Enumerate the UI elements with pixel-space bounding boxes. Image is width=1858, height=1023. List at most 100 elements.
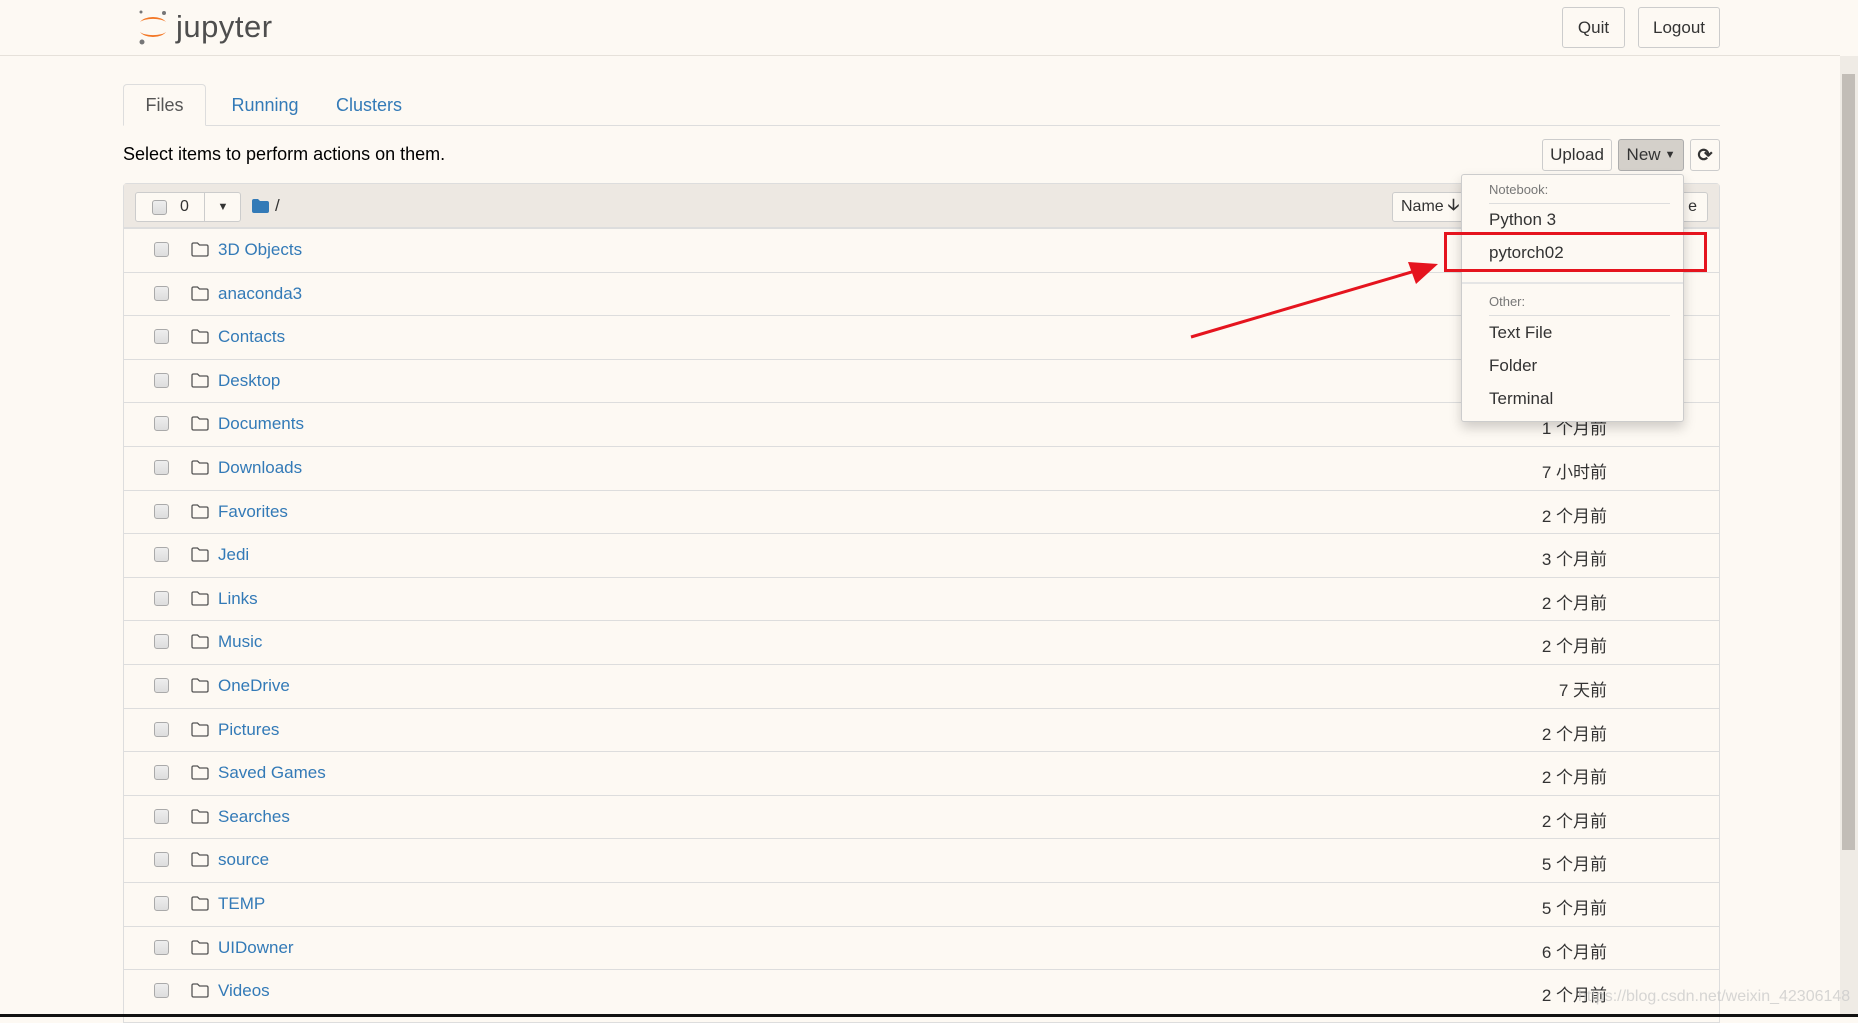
select-dropdown-button[interactable]: ▼ [204,193,241,221]
menu-header-other: Other: [1489,294,1526,309]
row-checkbox[interactable] [154,983,169,999]
arrow-down-icon: 🡣 [1447,196,1460,214]
file-row[interactable]: UIDowner 6 个月前 [124,925,1719,970]
file-name-link[interactable]: Music [218,632,262,652]
menu-item-text-file[interactable]: Text File [1489,323,1552,343]
file-name-link[interactable]: Pictures [218,720,279,740]
modified-date: 2 个月前 [1541,811,1607,831]
menu-item-folder[interactable]: Folder [1489,356,1537,376]
tab-running[interactable]: Running [219,84,311,126]
file-name-link[interactable]: Favorites [218,502,288,522]
file-row[interactable]: Favorites 2 个月前 [124,489,1719,534]
file-name-link[interactable]: Downloads [218,458,302,478]
selected-count: 0 [180,198,189,215]
row-checkbox[interactable] [154,460,169,475]
tab-files[interactable]: Files [123,84,206,126]
file-row[interactable]: Downloads 7 小时前 [124,446,1719,490]
modified-date: 7 天前 [1558,681,1607,700]
row-checkbox[interactable] [154,939,169,955]
file-name-link[interactable]: source [218,850,269,870]
file-name-link[interactable]: TEMP [218,894,265,914]
row-checkbox[interactable] [154,329,169,345]
row-checkbox[interactable] [154,721,169,737]
modified-date: 2 个月前 [1541,506,1607,526]
row-checkbox[interactable] [154,416,169,432]
file-name-link[interactable]: 3D Objects [218,240,302,260]
jupyter-logo-icon [139,10,166,45]
file-name-link[interactable]: UIDowner [218,938,294,958]
scrollbar-thumb[interactable] [1842,74,1855,850]
modified-date: 3 个月前 [1541,550,1607,570]
file-name-link[interactable]: Saved Games [218,763,326,783]
breadcrumb-root[interactable]: / [275,196,280,216]
row-checkbox[interactable] [154,808,169,824]
file-name-link[interactable]: Searches [218,807,290,827]
file-name-link[interactable]: Videos [218,981,270,1001]
row-checkbox[interactable] [154,678,169,693]
file-name-link[interactable]: Links [218,589,258,609]
folder-outline-icon [191,852,209,868]
new-dropdown-button[interactable]: New ▼ [1618,139,1684,171]
instructions-text: Select items to perform actions on them. [123,144,446,164]
quit-button[interactable]: Quit [1562,7,1625,48]
folder-outline-icon [191,896,209,911]
file-row[interactable]: Searches 2 个月前 [124,794,1719,839]
modified-date: 6 个月前 [1541,942,1607,962]
menu-divider [1489,203,1670,204]
new-dropdown-menu: Notebook: Python 3 pytorch02 Other: Text… [1461,174,1684,422]
file-name-link[interactable]: anaconda3 [218,284,302,304]
file-row[interactable]: Jedi 3 个月前 [124,533,1719,577]
tab-clusters[interactable]: Clusters [323,84,415,126]
file-name-link[interactable]: Documents [218,414,304,434]
folder-outline-icon [191,678,209,693]
select-all-group: 0 ▼ [135,192,241,222]
breadcrumb: / [252,196,280,216]
folder-outline-icon [191,591,209,606]
file-name-link[interactable]: Contacts [218,327,285,347]
file-row[interactable]: Links 2 个月前 [124,576,1719,621]
file-row[interactable]: Pictures 2 个月前 [124,707,1719,752]
row-checkbox[interactable] [154,765,169,781]
header: jupyter Quit Logout [0,0,1840,56]
row-checkbox[interactable] [154,242,169,257]
file-name-link[interactable]: Desktop [218,371,280,391]
modified-date: 2 个月前 [1541,637,1607,657]
folder-outline-icon [191,373,209,388]
row-checkbox[interactable] [154,590,169,606]
select-all-checkbox[interactable] [152,200,167,215]
file-row[interactable]: Music 2 个月前 [124,620,1719,664]
folder-icon [252,199,269,213]
menu-item-terminal[interactable]: Terminal [1489,389,1553,409]
row-checkbox[interactable] [154,503,169,519]
watermark: https://blog.csdn.net/weixin_42306148 [1578,988,1851,1005]
menu-divider [1462,282,1683,284]
logout-button[interactable]: Logout [1638,7,1720,48]
folder-outline-icon [191,634,209,650]
row-checkbox[interactable] [154,372,169,388]
file-name-link[interactable]: Jedi [218,545,249,565]
file-row[interactable]: Saved Games 2 个月前 [124,751,1719,795]
modified-date: 5 个月前 [1541,899,1607,918]
sort-by-name-button[interactable]: Name 🡣 [1392,192,1472,222]
folder-outline-icon [191,460,209,475]
menu-item-python3[interactable]: Python 3 [1489,210,1556,230]
row-checkbox[interactable] [154,896,169,911]
row-checkbox[interactable] [154,285,169,301]
modified-date: 2 个月前 [1541,768,1607,788]
vertical-scrollbar[interactable] [1840,56,1858,1014]
file-row[interactable]: Videos 2 个月前 [124,969,1719,1013]
sort-name-label: Name [1401,198,1444,215]
row-checkbox[interactable] [154,634,169,650]
file-row[interactable]: TEMP 5 个月前 [124,882,1719,926]
file-name-link[interactable]: OneDrive [218,676,290,696]
refresh-button[interactable]: ⟳ [1690,139,1720,171]
row-checkbox[interactable] [154,852,169,868]
jupyter-logo[interactable]: jupyter [136,6,273,48]
file-row[interactable]: OneDrive 7 天前 [124,664,1719,708]
file-row[interactable]: source 5 个月前 [124,838,1719,882]
row-checkbox[interactable] [154,547,169,563]
upload-button[interactable]: Upload [1542,139,1612,171]
folder-outline-icon [191,809,209,824]
caret-down-icon: ▼ [1664,149,1676,161]
modified-date: 7 小时前 [1541,463,1607,482]
